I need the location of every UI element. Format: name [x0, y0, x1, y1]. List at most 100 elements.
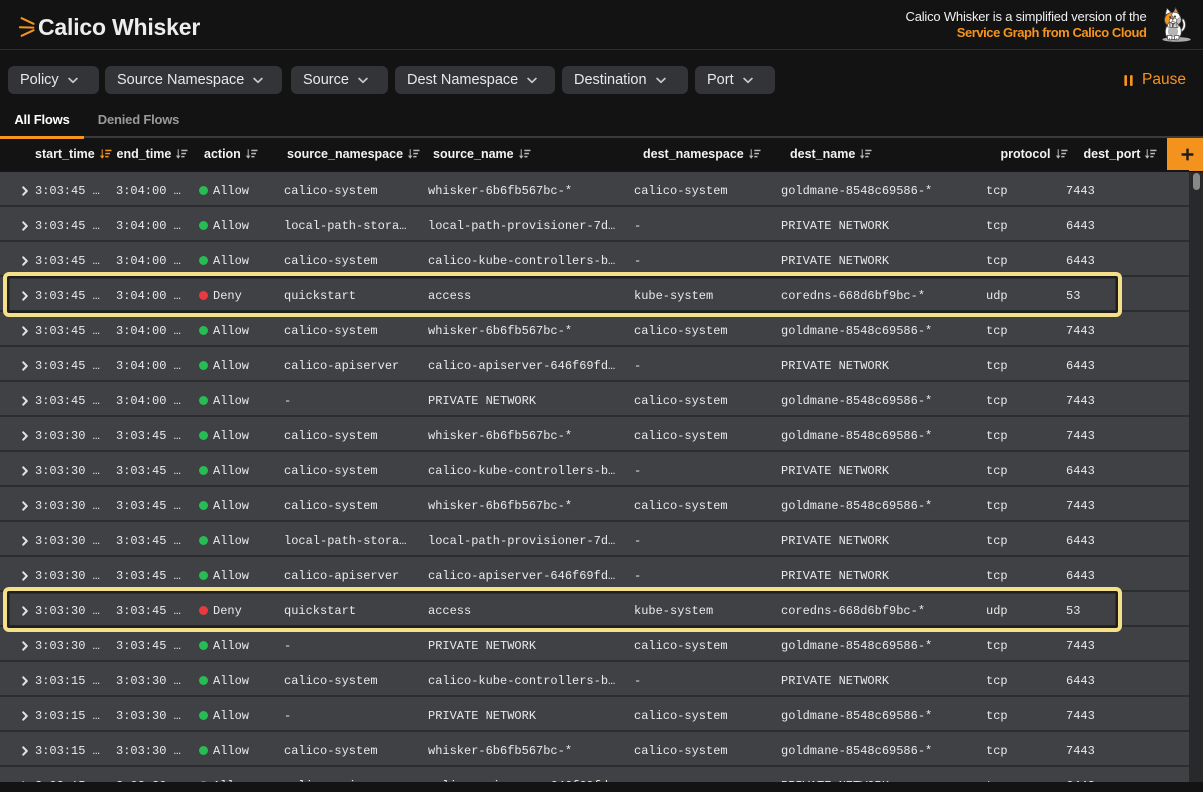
flow-row[interactable]: 3:03:30 …3:03:45 …Allowcalico-systemcali…: [0, 452, 1189, 485]
cell-action: Allow: [199, 489, 284, 522]
action-status-dot: [199, 676, 208, 685]
column-header-action[interactable]: action: [199, 139, 284, 170]
sort-icon: [518, 148, 531, 160]
cell-dest_namespace: calico-system: [634, 734, 781, 767]
flow-row[interactable]: 3:03:30 …3:03:45 …Allow-PRIVATE NETWORKc…: [0, 627, 1189, 660]
cell-action: Deny: [199, 279, 284, 312]
cell-dest_name: coredns-668d6bf9bc-*: [781, 279, 986, 312]
expand-row-button[interactable]: [0, 209, 35, 242]
filter-label: Source: [303, 72, 349, 88]
filter-label: Dest Namespace: [407, 72, 518, 88]
tab-all-flows[interactable]: All Flows: [0, 104, 84, 137]
expand-row-button[interactable]: [0, 454, 35, 487]
pause-button[interactable]: Pause: [1124, 66, 1186, 94]
expand-row-button[interactable]: [0, 314, 35, 347]
cell-source_namespace: local-path-stora…: [284, 209, 428, 242]
column-header-end_time[interactable]: end_time: [116, 139, 199, 170]
action-label: Allow: [213, 744, 249, 758]
filter-source[interactable]: Source: [291, 66, 388, 94]
filter-destination[interactable]: Destination: [562, 66, 688, 94]
expand-row-button[interactable]: [0, 419, 35, 452]
add-column-button[interactable]: [1167, 138, 1203, 171]
filter-source-namespace[interactable]: Source Namespace: [105, 66, 282, 94]
action-label: Allow: [213, 219, 249, 233]
column-header-source_namespace[interactable]: source_namespace: [284, 139, 428, 170]
cell-action: Allow: [199, 664, 284, 697]
service-graph-link[interactable]: Service Graph from Calico Cloud: [957, 25, 1147, 41]
flow-row[interactable]: 3:03:45 …3:04:00 …Allowcalico-apiserverc…: [0, 347, 1189, 380]
flow-row[interactable]: 3:03:30 …3:03:45 …Allowlocal-path-stora……: [0, 522, 1189, 555]
column-header-dest_name[interactable]: dest_name: [781, 139, 986, 170]
flow-row-denied[interactable]: 3:03:45 …3:04:00 …Denyquickstartaccessku…: [0, 277, 1189, 310]
flow-row[interactable]: 3:03:45 …3:04:00 …Allowcalico-systemwhis…: [0, 312, 1189, 345]
tab-denied-flows[interactable]: Denied Flows: [84, 104, 193, 137]
expand-row-button[interactable]: [0, 559, 35, 592]
expand-row-button[interactable]: [0, 664, 35, 697]
expand-row-button[interactable]: [0, 629, 35, 662]
scrollbar-thumb[interactable]: [1193, 173, 1200, 190]
expand-row-button[interactable]: [0, 174, 35, 207]
cell-source_namespace: calico-system: [284, 664, 428, 697]
action-label: Deny: [213, 289, 242, 303]
tab-all-flows-label: All Flows: [14, 112, 69, 127]
tab-bar: All Flows Denied Flows: [0, 104, 1203, 139]
expand-row-button[interactable]: [0, 769, 35, 782]
cell-start_time: 3:03:30 …: [35, 419, 116, 452]
expand-row-button[interactable]: [0, 699, 35, 732]
cell-dest_name: PRIVATE NETWORK: [781, 454, 986, 487]
expand-row-button[interactable]: [0, 594, 35, 627]
cell-source_name: access: [428, 594, 634, 627]
flow-row[interactable]: 3:03:45 …3:04:00 …Allowcalico-systemcali…: [0, 242, 1189, 275]
expand-row-button[interactable]: [0, 244, 35, 277]
flow-row[interactable]: 3:03:15 …3:03:30 …Allowcalico-systemcali…: [0, 662, 1189, 695]
chevron-right-icon: [22, 676, 28, 686]
flow-row[interactable]: 3:03:45 …3:04:00 …Allow-PRIVATE NETWORKc…: [0, 382, 1189, 415]
expand-row-button[interactable]: [0, 489, 35, 522]
column-header-dest_namespace[interactable]: dest_namespace: [634, 139, 781, 170]
flow-row-denied[interactable]: 3:03:30 …3:03:45 …Denyquickstartaccessku…: [0, 592, 1189, 625]
column-header-start_time[interactable]: start_time: [35, 139, 116, 170]
filter-port[interactable]: Port: [695, 66, 775, 94]
cell-protocol: udp: [986, 594, 1066, 627]
scrollbar-track[interactable]: [1189, 172, 1203, 782]
expand-row-button[interactable]: [0, 524, 35, 557]
filter-dest-namespace[interactable]: Dest Namespace: [395, 66, 555, 94]
action-label: Allow: [213, 779, 249, 783]
cell-dest_name: goldmane-8548c69586-*: [781, 419, 986, 452]
filter-policy[interactable]: Policy: [8, 66, 99, 94]
expand-row-button[interactable]: [0, 734, 35, 767]
cell-start_time: 3:03:30 …: [35, 594, 116, 627]
column-label: dest_name: [790, 147, 855, 161]
action-status-dot: [199, 781, 208, 782]
action-label: Allow: [213, 499, 249, 513]
expand-row-button[interactable]: [0, 349, 35, 382]
cell-dest_namespace: calico-system: [634, 384, 781, 417]
chevron-right-icon: [22, 641, 28, 651]
flow-row[interactable]: 3:03:30 …3:03:45 …Allowcalico-apiserverc…: [0, 557, 1189, 590]
flow-row[interactable]: 3:03:15 …3:03:30 …Allow-PRIVATE NETWORKc…: [0, 697, 1189, 730]
cell-start_time: 3:03:45 …: [35, 174, 116, 207]
chevron-down-icon: [253, 77, 263, 84]
flow-row[interactable]: 3:03:45 …3:04:00 …Allowcalico-systemwhis…: [0, 172, 1189, 205]
cell-source_namespace: calico-system: [284, 244, 428, 277]
cell-source_name: whisker-6b6fb567bc-*: [428, 314, 634, 347]
sort-icon: [175, 148, 188, 160]
flow-row[interactable]: 3:03:30 …3:03:45 …Allowcalico-systemwhis…: [0, 487, 1189, 520]
column-label: protocol: [1001, 147, 1051, 161]
cell-source_name: whisker-6b6fb567bc-*: [428, 489, 634, 522]
flow-row[interactable]: 3:03:15 …3:03:30 …Allowcalico-apiserverc…: [0, 767, 1189, 782]
cell-start_time: 3:03:30 …: [35, 629, 116, 662]
page-title: Calico Whisker: [38, 14, 200, 40]
action-label: Allow: [213, 464, 249, 478]
chevron-right-icon: [22, 256, 28, 266]
chevron-right-icon: [22, 396, 28, 406]
column-header-protocol[interactable]: protocol: [986, 139, 1066, 170]
column-header-source_name[interactable]: source_name: [428, 139, 634, 170]
flow-row[interactable]: 3:03:15 …3:03:30 …Allowcalico-systemwhis…: [0, 732, 1189, 765]
flow-row[interactable]: 3:03:45 …3:04:00 …Allowlocal-path-stora……: [0, 207, 1189, 240]
cell-start_time: 3:03:30 …: [35, 454, 116, 487]
cell-dest_namespace: calico-system: [634, 699, 781, 732]
expand-row-button[interactable]: [0, 279, 35, 312]
flow-row[interactable]: 3:03:30 …3:03:45 …Allowcalico-systemwhis…: [0, 417, 1189, 450]
expand-row-button[interactable]: [0, 384, 35, 417]
